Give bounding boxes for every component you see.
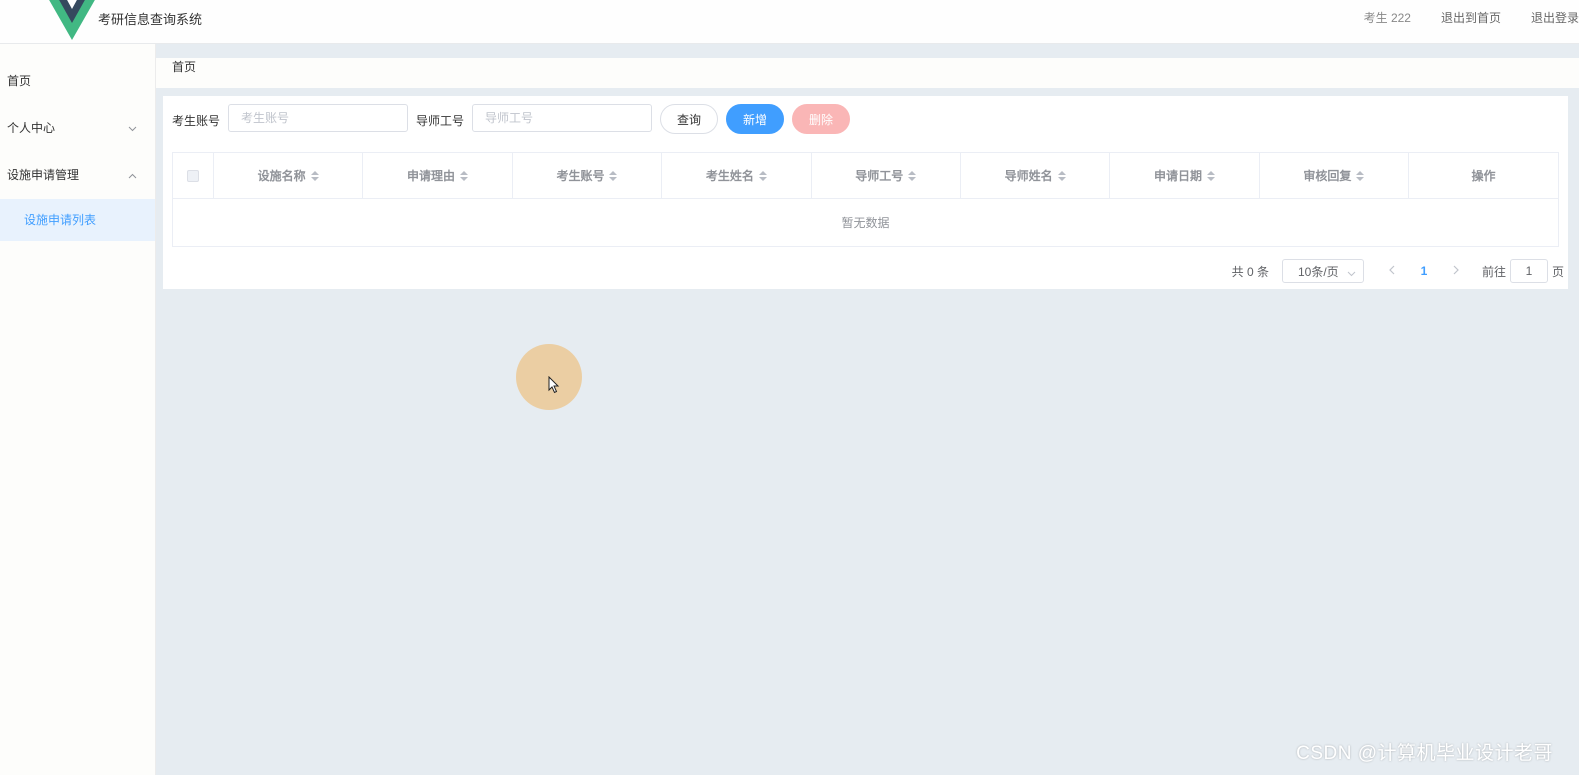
query-button[interactable]: 查询 bbox=[660, 104, 718, 134]
sidebar: 首页 个人中心 设施申请管理 设施申请列表 bbox=[0, 44, 156, 775]
top-header: 考研信息查询系统 考生 222 退出到首页 退出登录 bbox=[0, 0, 1579, 44]
breadcrumb[interactable]: 首页 bbox=[172, 58, 196, 75]
page-size-value: 10条/页 bbox=[1297, 264, 1339, 279]
column-header[interactable]: 导师工号 bbox=[812, 153, 961, 198]
sort-icon[interactable] bbox=[758, 170, 767, 181]
column-label: 考生账号 bbox=[556, 169, 605, 183]
breadcrumb-bar: 首页 bbox=[156, 58, 1579, 88]
column-label: 设施名称 bbox=[257, 169, 306, 183]
sort-icon[interactable] bbox=[609, 170, 618, 181]
chevron-right-icon bbox=[1453, 265, 1459, 275]
column-header-operations: 操作 bbox=[1409, 153, 1558, 198]
sort-icon[interactable] bbox=[460, 170, 469, 181]
mouse-pointer-icon bbox=[548, 376, 560, 394]
column-label: 审核回复 bbox=[1303, 169, 1352, 183]
app-title: 考研信息查询系统 bbox=[98, 12, 203, 27]
search-form: 考生账号 导师工号 查询 新增 删除 bbox=[172, 104, 1552, 134]
column-header[interactable]: 申请日期 bbox=[1110, 153, 1260, 198]
sidebar-item-label: 设施申请管理 bbox=[7, 168, 80, 182]
column-label: 导师工号 bbox=[855, 169, 904, 183]
sidebar-item-label: 个人中心 bbox=[7, 121, 56, 135]
select-all-cell bbox=[173, 153, 214, 198]
sidebar-item-personal-center[interactable]: 个人中心 bbox=[0, 105, 155, 152]
data-table: 设施名称 申请理由 考生账号 考生姓名 导师工号 导师姓名 申请日期 审核回复 … bbox=[172, 152, 1559, 247]
sort-icon[interactable] bbox=[1207, 170, 1216, 181]
column-header[interactable]: 考生账号 bbox=[513, 153, 663, 198]
sidebar-subitem-facility-list[interactable]: 设施申请列表 bbox=[0, 199, 155, 241]
mentor-label: 导师工号 bbox=[416, 114, 465, 128]
select-all-checkbox[interactable] bbox=[186, 169, 199, 182]
current-user: 考生 222 bbox=[1363, 11, 1411, 25]
sort-icon[interactable] bbox=[1057, 170, 1066, 181]
column-label: 操作 bbox=[1471, 169, 1496, 183]
sidebar-item-facility-management[interactable]: 设施申请管理 bbox=[0, 152, 155, 199]
empty-state: 暂无数据 bbox=[841, 216, 890, 230]
watermark: CSDN @计算机毕业设计老哥 bbox=[1296, 743, 1553, 764]
sort-icon[interactable] bbox=[908, 170, 917, 181]
column-header[interactable]: 考生姓名 bbox=[662, 153, 812, 198]
column-label: 申请理由 bbox=[407, 169, 456, 183]
sort-icon[interactable] bbox=[310, 170, 319, 181]
account-label: 考生账号 bbox=[172, 114, 221, 128]
logout-link[interactable]: 退出登录 bbox=[1531, 9, 1579, 26]
chevron-down-icon bbox=[127, 105, 137, 152]
column-label: 导师姓名 bbox=[1004, 169, 1053, 183]
header-links: 考生 222 退出到首页 退出登录 bbox=[1364, 9, 1579, 26]
goto-label: 前往 bbox=[1481, 264, 1506, 279]
column-header[interactable]: 申请理由 bbox=[363, 153, 513, 198]
chevron-up-icon bbox=[127, 152, 137, 199]
back-to-home-link[interactable]: 退出到首页 bbox=[1441, 9, 1501, 26]
table-header: 设施名称 申请理由 考生账号 考生姓名 导师工号 导师姓名 申请日期 审核回复 … bbox=[173, 153, 1558, 199]
page-size-select[interactable]: 10条/页 bbox=[1281, 259, 1364, 283]
add-button[interactable]: 新增 bbox=[726, 104, 784, 134]
sort-icon[interactable] bbox=[1356, 170, 1365, 181]
chevron-down-icon bbox=[1347, 266, 1356, 280]
pagination: 共 0 条 10条/页 1 前往 页 bbox=[1232, 259, 1564, 283]
column-label: 考生姓名 bbox=[705, 169, 754, 183]
column-header[interactable]: 设施名称 bbox=[214, 153, 364, 198]
goto-unit: 页 bbox=[1551, 264, 1564, 279]
chevron-left-icon bbox=[1389, 265, 1395, 275]
main-content: 首页 考生账号 导师工号 查询 新增 删除 设施名称 申请理由 bbox=[156, 44, 1579, 775]
account-search-input[interactable] bbox=[228, 104, 408, 132]
delete-button[interactable]: 删除 bbox=[792, 104, 850, 134]
sidebar-item-label: 首页 bbox=[7, 74, 32, 88]
vue-logo-icon bbox=[49, 0, 95, 40]
column-header[interactable]: 审核回复 bbox=[1260, 153, 1410, 198]
next-page-button[interactable] bbox=[1444, 264, 1468, 278]
sidebar-item-home[interactable]: 首页 bbox=[0, 58, 155, 105]
mentor-search-input[interactable] bbox=[472, 104, 652, 132]
total-count: 共 0 条 bbox=[1231, 264, 1269, 279]
prev-page-button[interactable] bbox=[1380, 264, 1404, 278]
column-label: 申请日期 bbox=[1154, 169, 1203, 183]
column-header[interactable]: 导师姓名 bbox=[961, 153, 1111, 198]
goto-page-input[interactable] bbox=[1509, 259, 1548, 283]
list-panel: 考生账号 导师工号 查询 新增 删除 设施名称 申请理由 bbox=[163, 96, 1568, 289]
page-number-active[interactable]: 1 bbox=[1404, 264, 1444, 278]
